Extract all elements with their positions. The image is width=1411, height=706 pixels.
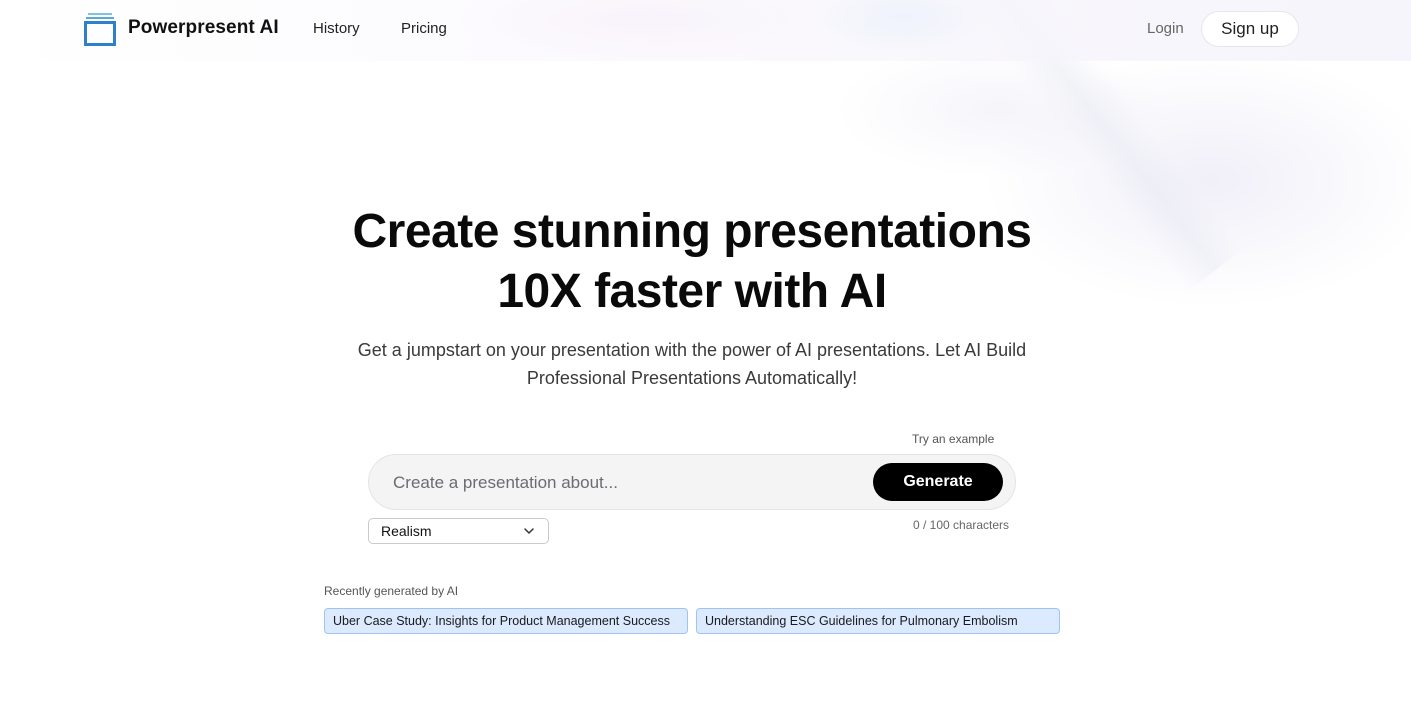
recent-label: Recently generated by AI [324, 584, 459, 598]
generate-button[interactable]: Generate [873, 463, 1003, 501]
chevron-down-icon [524, 528, 534, 534]
nav-history-link[interactable]: History [313, 20, 360, 37]
style-select[interactable]: Realism [368, 518, 549, 544]
stacked-window-logo-icon[interactable] [84, 12, 116, 46]
recent-item[interactable]: Uber Case Study: Insights for Product Ma… [324, 608, 688, 634]
login-link[interactable]: Login [1147, 20, 1184, 37]
style-select-value: Realism [381, 523, 432, 539]
page: Powerpresent AI History Pricing Login Si… [0, 0, 1411, 706]
hero-subtitle: Get a jumpstart on your presentation wit… [357, 340, 1027, 388]
prompt-bar: Generate [368, 454, 1016, 510]
sign-up-button[interactable]: Sign up [1201, 11, 1299, 47]
try-example-link[interactable]: Try an example [912, 432, 994, 446]
hero-title-line-1: Create stunning presentations [352, 205, 1032, 258]
hero-title: Create stunning presentations 10X faster… [0, 202, 1384, 322]
hero-title-line-2: 10X faster with AI [497, 265, 887, 318]
recent-item[interactable]: Understanding ESC Guidelines for Pulmona… [696, 608, 1060, 634]
brand-name[interactable]: Powerpresent AI [128, 17, 279, 39]
top-navigation: Powerpresent AI History Pricing Login Si… [0, 0, 1411, 61]
nav-pricing-link[interactable]: Pricing [401, 20, 447, 37]
character-count: 0 / 100 characters [913, 518, 1010, 532]
prompt-input[interactable] [393, 465, 863, 501]
